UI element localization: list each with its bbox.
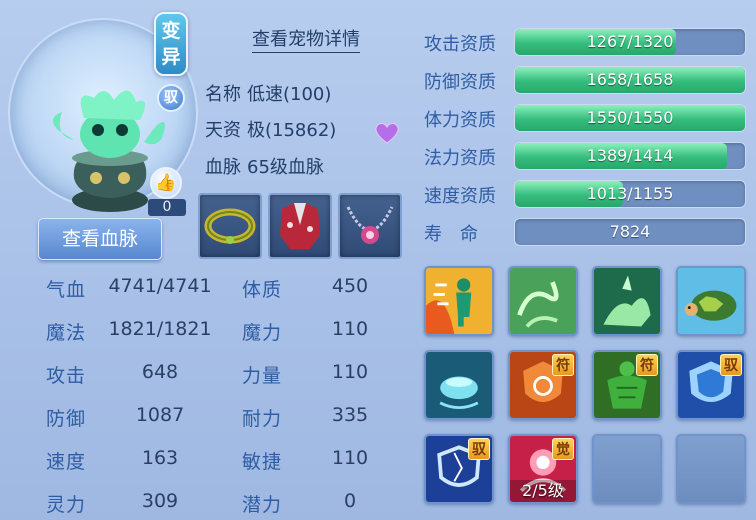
skill-slot[interactable] — [424, 350, 494, 420]
aptitude-label: 防御资质 — [424, 72, 496, 93]
stat-value: 0 — [343, 490, 357, 512]
bloodline-row: 血脉 65级血脉 — [205, 157, 324, 179]
thumbs-up-icon: 👍 — [155, 173, 177, 193]
wind-swirl-icon — [510, 268, 576, 334]
equip-slot-necklace[interactable] — [338, 193, 402, 259]
like-count: 0 — [148, 199, 186, 216]
name-row: 名称 低速(100) — [205, 84, 331, 106]
aptitude-value: 1550/1550 — [586, 108, 674, 127]
talent-label: 天资 — [205, 120, 241, 141]
mutate-badge: 变异 — [154, 12, 188, 76]
stat-value: 309 — [141, 490, 179, 512]
skill-level-label: 2/5级 — [510, 480, 576, 502]
skill-slot[interactable]: 驭 — [676, 350, 746, 420]
aptitude-label: 速度资质 — [424, 186, 496, 207]
skill-tag-badge: 觉 — [552, 438, 574, 460]
green-beast-icon — [594, 268, 660, 334]
aptitude-bar: 1550/1550 — [514, 104, 746, 132]
aptitude-bar: 1013/1155 — [514, 180, 746, 208]
stat-value: 450 — [331, 275, 369, 297]
aptitude-value: 1389/1414 — [586, 146, 674, 165]
stat-label: 防御 — [46, 408, 87, 430]
equip-slot-bracelet[interactable] — [198, 193, 262, 259]
stat-value: 4741/4741 — [108, 275, 212, 297]
aptitude-bar: 1389/1414 — [514, 142, 746, 170]
name-label: 名称 — [205, 84, 241, 105]
name-value: 低速(100) — [247, 84, 332, 105]
necklace-icon — [346, 206, 394, 244]
skill-slot[interactable]: 觉 2/5级 — [508, 434, 578, 504]
stat-label: 魔法 — [46, 322, 87, 344]
aptitude-bar: 1658/1658 — [514, 66, 746, 94]
like-button[interactable]: 👍 — [150, 167, 182, 199]
stat-label: 速度 — [46, 451, 87, 473]
equip-slot-armor[interactable] — [268, 193, 332, 259]
skill-tag-badge: 符 — [636, 354, 658, 376]
stat-value: 1821/1821 — [108, 318, 212, 340]
aptitude-bar: 1267/1320 — [514, 28, 746, 56]
talent-row: 天资 极(15862) — [205, 120, 336, 142]
aptitude-value: 7824 — [609, 222, 651, 241]
speed-runner-icon — [426, 268, 492, 334]
stat-value: 335 — [331, 404, 369, 426]
stat-label: 潜力 — [242, 494, 283, 516]
skill-slot[interactable] — [592, 266, 662, 336]
stat-label: 体质 — [242, 279, 283, 301]
stat-label: 灵力 — [46, 494, 87, 516]
skill-tag-badge: 驭 — [468, 438, 490, 460]
skill-tag-badge: 符 — [552, 354, 574, 376]
skill-slot[interactable] — [424, 266, 494, 336]
aptitude-label: 体力资质 — [424, 110, 496, 131]
stat-label: 魔力 — [242, 322, 283, 344]
stat-value: 163 — [141, 447, 179, 469]
empty-skill-slot[interactable] — [676, 434, 746, 504]
aptitude-bar: 7824 — [514, 218, 746, 246]
stat-value: 110 — [331, 447, 369, 469]
stat-label: 敏捷 — [242, 451, 283, 473]
turtle-icon — [678, 268, 744, 334]
cauldron-icon — [426, 352, 492, 418]
bloodline-value: 65级血脉 — [247, 157, 324, 178]
bloodline-label: 血脉 — [205, 157, 241, 178]
heart-icon[interactable] — [374, 122, 400, 144]
skill-slot[interactable] — [508, 266, 578, 336]
stat-label: 气血 — [46, 279, 87, 301]
bracelet-icon — [204, 208, 256, 244]
skill-tag-badge: 驭 — [720, 354, 742, 376]
stat-label: 耐力 — [242, 408, 283, 430]
skill-slot[interactable] — [676, 266, 746, 336]
skill-slot[interactable]: 符 — [508, 350, 578, 420]
aptitude-label: 攻击资质 — [424, 34, 496, 55]
aptitude-value: 1658/1658 — [586, 70, 674, 89]
stat-label: 攻击 — [46, 365, 87, 387]
skill-slot[interactable]: 驭 — [424, 434, 494, 504]
aptitude-label: 寿 命 — [424, 224, 478, 245]
empty-skill-slot[interactable] — [592, 434, 662, 504]
aptitude-label: 法力资质 — [424, 148, 496, 169]
view-bloodline-button[interactable]: 查看血脉 — [38, 218, 162, 260]
view-pet-details-link[interactable]: 查看宠物详情 — [252, 28, 360, 53]
pet-creature-icon — [52, 90, 165, 212]
stat-value: 1087 — [135, 404, 185, 426]
skill-slot[interactable]: 符 — [592, 350, 662, 420]
aptitude-value: 1267/1320 — [586, 32, 674, 51]
tame-badge: 驭 — [157, 84, 185, 112]
stat-value: 648 — [141, 361, 179, 383]
stat-value: 110 — [331, 318, 369, 340]
armor-icon — [280, 203, 320, 249]
talent-value: 极(15862) — [247, 120, 337, 141]
aptitude-value: 1013/1155 — [586, 184, 674, 203]
stat-value: 110 — [331, 361, 369, 383]
stat-label: 力量 — [242, 365, 283, 387]
